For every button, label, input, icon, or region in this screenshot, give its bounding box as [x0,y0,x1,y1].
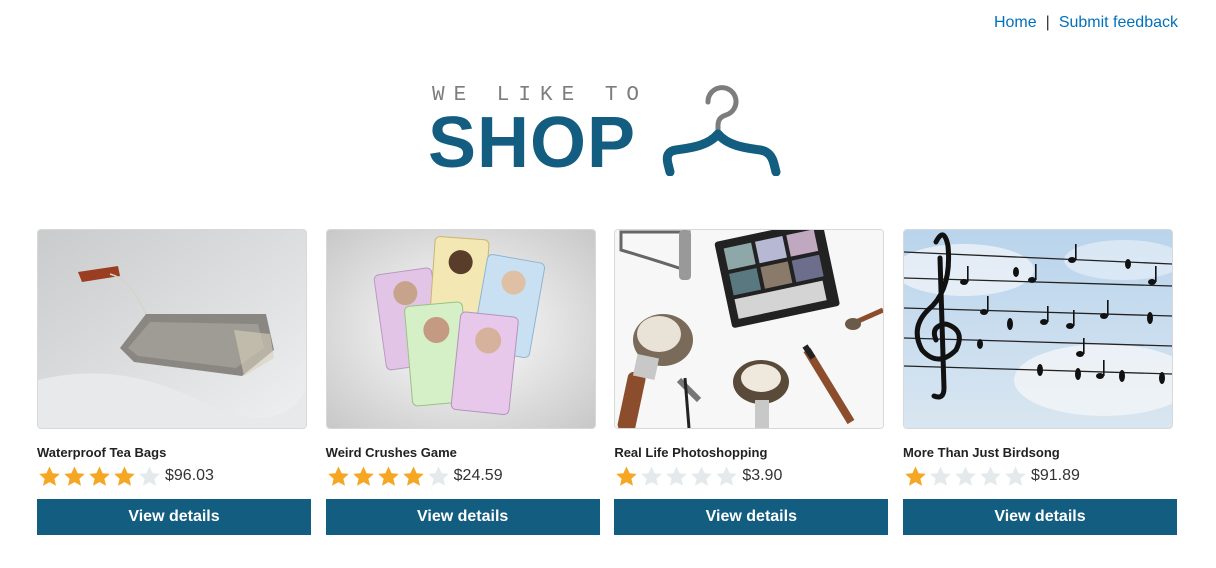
product-rating-row: $91.89 [903,463,1177,489]
clothes-hanger-icon [662,85,781,176]
product-name: Waterproof Tea Bags [37,445,167,460]
star-empty-icon [716,466,738,486]
birds-music-notes-image[interactable] [902,229,1173,429]
star-empty-icon [691,466,713,486]
product-name: More Than Just Birdsong [902,445,1060,460]
star-empty-icon [1005,466,1026,486]
star-empty-icon [427,466,449,486]
product-rating-row: $24.59 [326,463,600,489]
product-card: Waterproof Tea Bags $96.03 View details [37,229,311,535]
star-filled-icon [352,466,374,486]
tea-bag-image[interactable] [37,229,307,429]
star-empty-icon [139,466,160,486]
star-empty-icon [930,466,951,486]
star-filled-icon [64,466,85,486]
product-rating-row: $3.90 [614,463,888,489]
star-filled-icon [402,466,424,486]
product-card: Weird Crushes Game $24.59 View details [325,229,600,535]
submit-feedback-link[interactable]: Submit feedback [1059,14,1178,31]
star-filled-icon [377,466,399,486]
star-filled-icon [114,466,135,486]
product-grid: Waterproof Tea Bags $96.03 View details [37,229,1177,535]
star-rating [614,465,739,487]
product-price: $91.89 [1030,467,1080,484]
star-empty-icon [641,466,663,486]
star-rating [326,465,451,487]
star-rating [37,465,162,487]
product-name: Weird Crushes Game [325,445,457,460]
product-card: Real Life Photoshopping $3.90 View detai… [614,229,889,535]
star-empty-icon [980,466,1001,486]
star-empty-icon [955,466,976,486]
product-price: $24.59 [453,467,503,484]
star-empty-icon [666,466,688,486]
product-rating-row: $96.03 [37,463,311,489]
makeup-brushes-image[interactable] [614,229,885,429]
star-rating [903,465,1028,487]
trading-cards-image[interactable] [325,229,596,429]
view-details-button[interactable]: View details [37,499,311,535]
product-price: $96.03 [165,467,214,484]
logo-wordmark: SHOP [428,103,637,183]
product-card: More Than Just Birdsong $91.89 View deta… [902,229,1177,535]
star-filled-icon [616,466,638,486]
star-filled-icon [327,466,349,486]
top-navigation: Home | Submit feedback [994,14,1178,32]
star-filled-icon [39,466,60,486]
shop-logo: WE LIKE TO SHOP [428,80,788,183]
nav-separator: | [1045,14,1050,31]
view-details-button[interactable]: View details [325,499,600,535]
home-link[interactable]: Home [994,14,1037,31]
star-filled-icon [905,466,926,486]
view-details-button[interactable]: View details [902,499,1177,535]
product-price: $3.90 [742,467,783,484]
star-filled-icon [89,466,110,486]
product-name: Real Life Photoshopping [614,445,768,460]
view-details-button[interactable]: View details [614,499,889,535]
